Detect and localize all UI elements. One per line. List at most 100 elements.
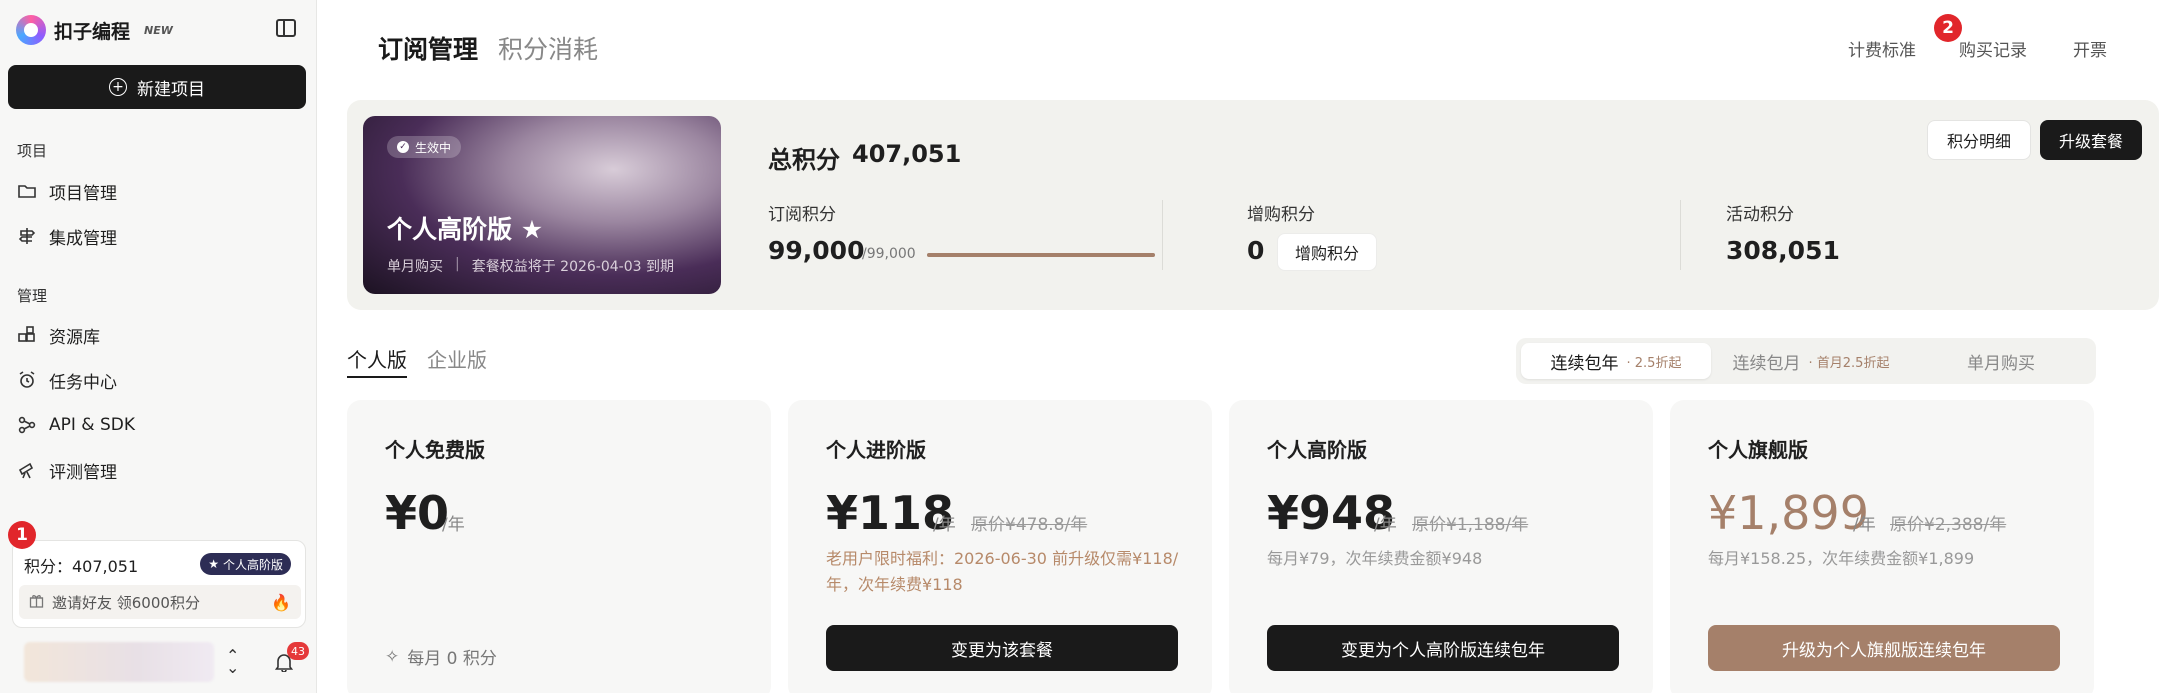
plus-circle-icon: + xyxy=(109,78,127,96)
activity-points-value: 308,051 xyxy=(1726,236,1840,265)
link-purchase-history[interactable]: 购买记录 xyxy=(1959,36,2027,61)
chevron-updown-icon[interactable]: ⌃ ⌄ xyxy=(226,648,239,676)
blocks-icon xyxy=(17,325,37,345)
plan-price-unit: /年 xyxy=(1853,515,1876,535)
telescope-icon xyxy=(17,460,37,480)
tab-personal-edition[interactable]: 个人版 xyxy=(347,344,407,373)
sidebar-item-label: API & SDK xyxy=(49,415,135,435)
tab-subscription[interactable]: 订阅管理 xyxy=(378,30,478,66)
plan-badge: ★ 个人高阶版 xyxy=(200,553,291,575)
invite-friends-button[interactable]: 邀请好友 领6000积分 🔥 xyxy=(19,585,301,619)
link-invoice[interactable]: 开票 xyxy=(2073,36,2107,61)
plan-status-label: 生效中 xyxy=(415,140,452,155)
billing-annual-label: 连续包年 xyxy=(1550,353,1619,374)
alarm-icon xyxy=(17,370,37,390)
points-detail-button[interactable]: 积分明细 xyxy=(1927,120,2031,160)
plan-badge-label: 个人高阶版 xyxy=(222,557,283,572)
upgrade-plan-button[interactable]: 升级套餐 xyxy=(2040,120,2142,160)
plan-title: 个人免费版 xyxy=(385,438,485,462)
sidebar-item-label: 集成管理 xyxy=(49,228,117,249)
plan-price: ¥1,899 xyxy=(1708,486,1869,540)
billing-monthly-label: 连续包月 xyxy=(1732,353,1801,374)
check-icon: ✓ xyxy=(397,141,409,153)
link-pricing[interactable]: 计费标准 xyxy=(1848,36,1916,61)
buy-extra-points-button[interactable]: 增购积分 xyxy=(1277,233,1377,271)
plan-card-advanced: 个人进阶版 ¥118 /年 原价¥478.8/年 老用户限时福利：2026-06… xyxy=(788,400,1212,693)
points-card[interactable]: 积分：407,051 ★ 个人高阶版 邀请好友 领6000积分 🔥 xyxy=(12,540,306,628)
share-icon xyxy=(17,415,37,435)
subscription-progress-fill xyxy=(927,253,1155,257)
new-project-label: 新建项目 xyxy=(137,79,205,100)
plan-price-unit: /年 xyxy=(442,515,465,535)
tab-points-consumption[interactable]: 积分消耗 xyxy=(498,30,598,66)
plan-meta: 单月购买 | 套餐权益将于 2026-04-03 到期 xyxy=(387,256,674,276)
plan-note: 每月¥79，次年续费金额¥948 xyxy=(1267,549,1483,568)
gift-icon xyxy=(29,593,44,612)
total-points-value: 407,051 xyxy=(852,140,962,168)
billing-option-single-month[interactable]: 单月购买 xyxy=(1911,343,2091,379)
signpost-icon xyxy=(17,226,37,246)
sidebar-item-evaluation[interactable]: 评测管理 xyxy=(17,455,117,485)
sidebar-item-project-management[interactable]: 项目管理 xyxy=(17,176,117,206)
sidebar-item-label: 任务中心 xyxy=(49,372,117,393)
plan-title: 个人进阶版 xyxy=(826,438,926,462)
plan-original-price: 原价¥1,188/年 xyxy=(1412,515,1529,535)
plan-original-price: 原价¥2,388/年 xyxy=(1890,515,2007,535)
plan-title: 个人高阶版 xyxy=(1267,438,1367,462)
extra-points-value: 0 xyxy=(1247,236,1265,265)
plan-name: 个人高阶版 ★ xyxy=(387,215,544,244)
app-name: 扣子编程 xyxy=(54,20,131,43)
subscription-progress-bar xyxy=(927,253,1155,257)
sidebar-toggle-icon[interactable] xyxy=(276,19,296,37)
change-plan-button[interactable]: 变更为该套餐 xyxy=(826,625,1178,671)
sidebar-item-resources[interactable]: 资源库 xyxy=(17,320,100,350)
plan-card-free: 个人免费版 ¥0 /年 ✧ 每月 0 积分 xyxy=(347,400,771,693)
tab-enterprise-edition[interactable]: 企业版 xyxy=(427,344,487,373)
user-profile[interactable] xyxy=(24,642,214,682)
plan-price-unit: /年 xyxy=(933,515,956,535)
sidebar-item-label: 评测管理 xyxy=(49,462,117,483)
plan-card-flagship: 个人旗舰版 ¥1,899 /年 原价¥2,388/年 每月¥158.25，次年续… xyxy=(1670,400,2094,693)
monthly-points-label: 每月 0 积分 xyxy=(407,649,497,669)
sidebar: 扣子编程 NEW + 新建项目 项目 项目管理 集成管理 管理 资源库 任务中心 xyxy=(0,0,317,693)
billing-option-monthly-continuous[interactable]: 连续包月 · 首月2.5折起 xyxy=(1716,343,1906,379)
plan-card-pro: 个人高阶版 ¥948 /年 原价¥1,188/年 每月¥79，次年续费金额¥94… xyxy=(1229,400,1653,693)
billing-option-annual[interactable]: 连续包年 · 2.5折起 xyxy=(1521,343,1711,379)
meta-divider: | xyxy=(455,256,460,272)
invite-label: 邀请好友 领6000积分 xyxy=(52,593,200,612)
active-tab-indicator xyxy=(347,376,407,378)
new-badge: NEW xyxy=(144,23,173,37)
plan-price: ¥0 xyxy=(385,486,450,540)
sidebar-item-label: 项目管理 xyxy=(49,183,117,204)
stat-divider xyxy=(1162,200,1163,270)
notification-count-badge: 43 xyxy=(287,642,309,660)
plan-monthly-points: ✧ 每月 0 积分 xyxy=(385,644,497,670)
upgrade-to-flagship-annual-button[interactable]: 升级为个人旗舰版连续包年 xyxy=(1708,625,2060,671)
folder-icon xyxy=(17,181,37,201)
subscription-points-label: 订阅积分 xyxy=(768,205,836,225)
sidebar-item-api-sdk[interactable]: API & SDK xyxy=(17,410,135,440)
fire-icon: 🔥 xyxy=(271,592,291,612)
annotation-marker-2: 2 xyxy=(1934,14,1962,42)
billing-period-selector: 连续包年 · 2.5折起 连续包月 · 首月2.5折起 单月购买 xyxy=(1516,338,2096,384)
subscription-points-value: 99,000 xyxy=(768,236,865,265)
billing-single-label: 单月购买 xyxy=(1967,353,2035,374)
section-label-projects: 项目 xyxy=(17,142,48,160)
billing-monthly-discount: · 首月2.5折起 xyxy=(1808,355,1890,371)
logo-icon xyxy=(16,15,46,45)
change-to-pro-annual-button[interactable]: 变更为个人高阶版连续包年 xyxy=(1267,625,1619,671)
plan-price-unit: /年 xyxy=(1374,515,1397,535)
new-project-button[interactable]: + 新建项目 xyxy=(8,65,306,109)
activity-points-label: 活动积分 xyxy=(1726,205,1794,225)
plan-promo-note: 老用户限时福利：2026-06-30 前升级仅需¥118/年，次年续费¥118 xyxy=(826,549,1179,594)
subscription-points-max: /99,000 xyxy=(862,246,916,262)
current-plan-card: ✓ 生效中 个人高阶版 ★ 单月购买 | 套餐权益将于 2026-04-03 到… xyxy=(363,116,721,294)
sidebar-item-label: 资源库 xyxy=(49,327,100,348)
sidebar-item-integration[interactable]: 集成管理 xyxy=(17,221,117,251)
sidebar-item-tasks[interactable]: 任务中心 xyxy=(17,365,117,395)
stat-divider xyxy=(1680,200,1681,270)
app-logo[interactable]: 扣子编程 NEW xyxy=(16,14,173,46)
plan-status-badge: ✓ 生效中 xyxy=(387,136,462,158)
total-points-label: 总积分 xyxy=(768,146,840,174)
plan-title: 个人旗舰版 xyxy=(1708,438,1808,462)
